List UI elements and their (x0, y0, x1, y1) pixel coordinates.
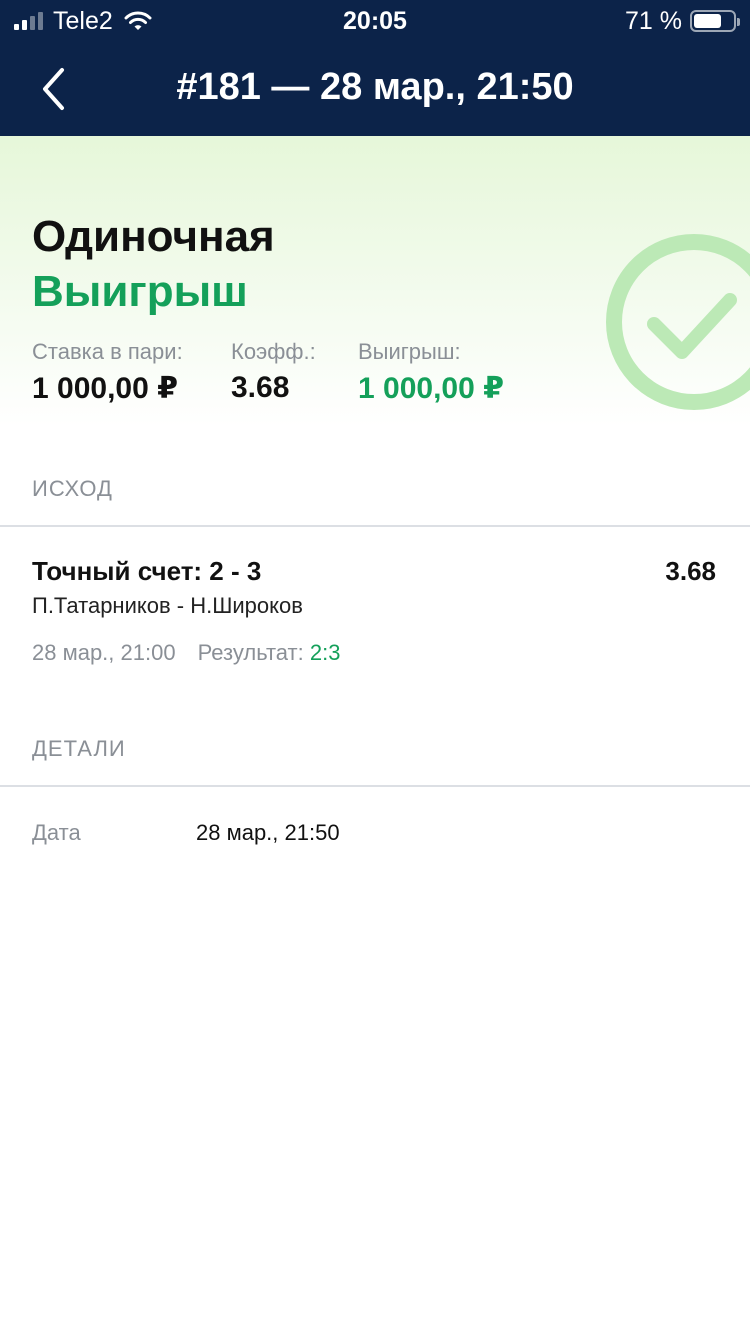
outcome-odds: 3.68 (665, 556, 716, 586)
outcome-name: Точный счет: 2 - 3 (32, 556, 262, 586)
event-datetime: 28 мар., 21:00 (32, 640, 176, 665)
stake-label: Ставка в пари: (32, 339, 183, 364)
stake-value: 1 000,00 ₽ (32, 372, 178, 405)
odds-value: 3.68 (231, 371, 290, 404)
check-circle-icon (606, 234, 750, 410)
details-section-title: ДЕТАЛИ (32, 736, 126, 761)
battery-percent: 71 % (625, 6, 682, 35)
divider (0, 785, 750, 787)
result-value: 2:3 (309, 640, 341, 665)
battery-icon (690, 10, 740, 32)
win-value: 1 000,00 ₽ (358, 372, 504, 405)
outcome-section-title: ИСХОД (32, 476, 113, 501)
bet-type: Одиночная (32, 212, 275, 261)
date-label: Дата (32, 820, 81, 845)
odds-label: Коэфф.: (231, 339, 316, 364)
status-bar: Tele2 20:05 71 % (0, 0, 750, 42)
bet-summary: Одиночная Выигрыш Ставка в пари: 1 000,0… (0, 136, 750, 426)
nav-bar: #181 — 28 мар., 21:50 (0, 42, 750, 136)
event-teams: П.Татарников - Н.Широков (32, 593, 303, 618)
divider (0, 525, 750, 527)
battery-group: 71 % (625, 6, 740, 36)
page-title: #181 — 28 мар., 21:50 (176, 66, 574, 108)
result-label: Результат: (197, 640, 304, 665)
bet-status: Выигрыш (32, 267, 248, 316)
win-label: Выигрыш: (358, 339, 461, 364)
date-value: 28 мар., 21:50 (196, 820, 340, 845)
result: Результат: 2:3 (198, 640, 341, 666)
outcome-meta: 28 мар., 21:00 Результат: 2:3 (32, 640, 340, 666)
